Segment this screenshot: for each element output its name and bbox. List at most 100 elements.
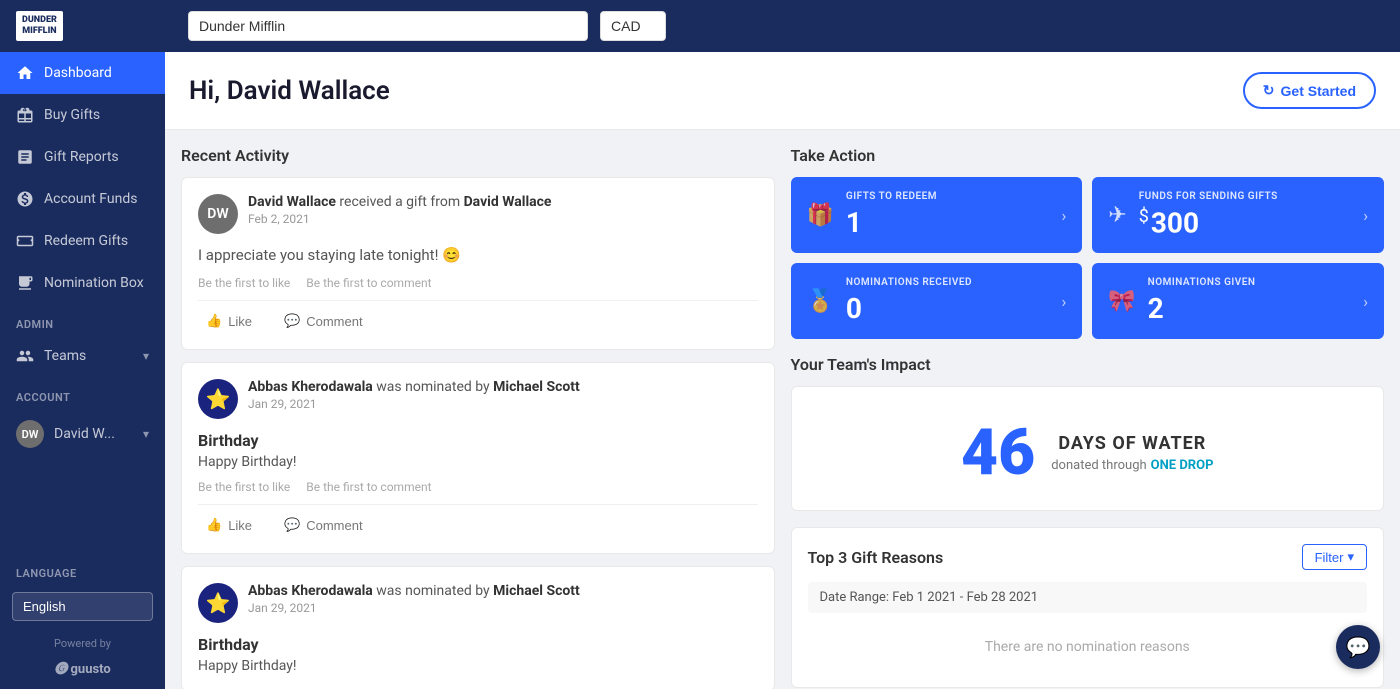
activity-text-3: Abbas Kherodawala was nominated by Micha…	[248, 583, 758, 599]
arrow-right-icon-3: ›	[1061, 292, 1066, 311]
impact-sub: donated through ONE DROP	[1051, 458, 1213, 473]
take-action-grid: 🎁 GIFTS TO REDEEM 1 › ✈	[791, 177, 1385, 339]
gifts-to-redeem-card[interactable]: 🎁 GIFTS TO REDEEM 1 ›	[791, 177, 1083, 253]
currency-select[interactable]: CAD	[600, 11, 666, 41]
activity-header-2: ⭐ Abbas Kherodawala was nominated by Mic…	[198, 379, 758, 419]
thumbs-up-icon-2: 👍	[206, 517, 222, 533]
no-reasons-text: There are no nomination reasons	[808, 623, 1368, 671]
avatar-star-3: ⭐	[198, 583, 238, 623]
comment-button-1[interactable]: 💬 Comment	[276, 309, 371, 333]
avatar-1: DW	[198, 194, 238, 234]
page-header: Hi, David Wallace ↻ Get Started	[165, 52, 1400, 130]
two-column-layout: Recent Activity DW David Wallace receive…	[165, 130, 1400, 689]
send-gift-icon: ✈	[1108, 203, 1126, 228]
powered-by-text: Powered by	[0, 629, 165, 658]
activity-meta-1: David Wallace received a gift from David…	[248, 194, 758, 226]
sidebar-item-buy-gifts[interactable]: Buy Gifts	[0, 94, 165, 136]
sidebar-item-account-funds[interactable]: Account Funds	[0, 178, 165, 220]
donated-through-text: donated through	[1051, 458, 1146, 473]
actor-name-3: Abbas Kherodawala	[248, 583, 373, 599]
funds-sending-label: FUNDS FOR SENDING GIFTS	[1139, 191, 1278, 202]
activity-message-1: I appreciate you staying late tonight! 😊	[198, 246, 758, 264]
gift-reasons-title: Top 3 Gift Reasons	[808, 548, 944, 567]
funds-sending-left: ✈ FUNDS FOR SENDING GIFTS $300	[1108, 191, 1277, 239]
filter-button[interactable]: Filter ▾	[1302, 544, 1367, 570]
activity-divider-1	[198, 300, 758, 301]
from-name-3: Michael Scott	[493, 583, 580, 599]
thumbs-up-icon: 👍	[206, 313, 222, 329]
comment-label-2: Comment	[306, 518, 362, 533]
account-section-label: ACCOUNT	[0, 377, 165, 408]
impact-number: 46	[961, 415, 1035, 490]
activity-card-3: ⭐ Abbas Kherodawala was nominated by Mic…	[181, 566, 775, 689]
get-started-icon: ↻	[1263, 82, 1275, 99]
gift-icon	[16, 106, 34, 124]
sidebar-label-dashboard: Dashboard	[44, 65, 112, 81]
nom-given-value: 2	[1148, 292, 1256, 325]
actor-name-2: Abbas Kherodawala	[248, 379, 373, 395]
sidebar-item-account-user[interactable]: DW David W... ▾	[0, 408, 165, 460]
gifts-redeem-value: 1	[846, 206, 937, 239]
from-name-1: David Wallace	[464, 194, 552, 210]
actor-name-1: David Wallace	[248, 194, 336, 210]
action-text-2: was nominated by	[376, 379, 493, 395]
funds-icon	[16, 190, 34, 208]
activity-card-1: DW David Wallace received a gift from Da…	[181, 177, 775, 350]
account-avatar: DW	[16, 420, 44, 448]
activity-meta-3: Abbas Kherodawala was nominated by Micha…	[248, 583, 758, 615]
team-impact-card: 46 DAYS OF WATER donated through ONE DRO…	[791, 386, 1385, 511]
nom-given-content: NOMINATIONS GIVEN 2	[1148, 277, 1256, 325]
like-button-2[interactable]: 👍 Like	[198, 513, 260, 537]
company-select-wrapper[interactable]: Dunder Mifflin	[188, 11, 588, 41]
recent-activity-section: Recent Activity DW David Wallace receive…	[181, 146, 775, 689]
nominations-received-card[interactable]: 🏅 NOMINATIONS RECEIVED 0 ›	[791, 263, 1083, 339]
date-range-text: Date Range: Feb 1 2021 - Feb 28 2021	[808, 582, 1368, 613]
sidebar-item-dashboard[interactable]: Dashboard	[0, 52, 165, 94]
arrow-right-icon-4: ›	[1363, 292, 1368, 311]
birthday-label-3: Birthday	[198, 635, 758, 654]
impact-text-col: DAYS OF WATER donated through ONE DROP	[1051, 433, 1213, 473]
sidebar-label-buy-gifts: Buy Gifts	[44, 107, 100, 123]
logo-area: DUNDER MIFFLIN	[16, 11, 176, 41]
social-comment-2: Be the first to comment	[306, 480, 431, 494]
language-select[interactable]: English	[12, 592, 153, 621]
account-left: DW David W...	[16, 420, 115, 448]
sidebar: Dashboard Buy Gifts Gift Reports Account…	[0, 52, 165, 689]
sidebar-item-teams[interactable]: Teams ▾	[0, 335, 165, 377]
like-button-1[interactable]: 👍 Like	[198, 309, 260, 333]
admin-section-label: ADMIN	[0, 304, 165, 335]
main-layout: Dashboard Buy Gifts Gift Reports Account…	[0, 52, 1400, 689]
nom-received-value: 0	[846, 292, 972, 325]
gift-reasons-header: Top 3 Gift Reasons Filter ▾	[808, 544, 1368, 570]
chat-bubble[interactable]: 💬	[1336, 625, 1380, 669]
sidebar-item-gift-reports[interactable]: Gift Reports	[0, 136, 165, 178]
sidebar-item-redeem-gifts[interactable]: Redeem Gifts	[0, 220, 165, 262]
sidebar-item-nomination-box[interactable]: Nomination Box	[0, 262, 165, 304]
activity-date-2: Jan 29, 2021	[248, 397, 758, 411]
comment-button-2[interactable]: 💬 Comment	[276, 513, 371, 537]
teams-icon	[16, 347, 34, 365]
guusto-logo: 🅖 guusto	[0, 658, 165, 677]
gifts-redeem-label: GIFTS TO REDEEM	[846, 191, 937, 202]
get-started-button[interactable]: ↻ Get Started	[1243, 72, 1376, 109]
nominations-given-card[interactable]: 🎀 NOMINATIONS GIVEN 2 ›	[1092, 263, 1384, 339]
like-label-2: Like	[228, 518, 252, 533]
company-select[interactable]: Dunder Mifflin	[188, 11, 588, 41]
activity-meta-2: Abbas Kherodawala was nominated by Micha…	[248, 379, 758, 411]
activity-header-1: DW David Wallace received a gift from Da…	[198, 194, 758, 234]
one-drop-logo: ONE DROP	[1151, 458, 1214, 473]
activity-date-3: Jan 29, 2021	[248, 601, 758, 615]
birthday-message-3: Happy Birthday!	[198, 658, 758, 674]
funds-amount: 300	[1151, 206, 1199, 239]
funds-sending-card[interactable]: ✈ FUNDS FOR SENDING GIFTS $300 ›	[1092, 177, 1384, 253]
birthday-label-2: Birthday	[198, 431, 758, 450]
get-started-label: Get Started	[1281, 83, 1356, 99]
currency-wrapper[interactable]: CAD	[600, 11, 666, 41]
account-user-label: David W...	[54, 426, 115, 442]
arrow-right-icon-1: ›	[1061, 206, 1066, 225]
language-section: English	[0, 584, 165, 629]
impact-row: 46 DAYS OF WATER donated through ONE DRO…	[812, 415, 1364, 490]
arrow-right-icon-2: ›	[1363, 206, 1368, 225]
sidebar-bottom: LANGUAGE English Powered by 🅖 guusto	[0, 553, 165, 689]
comment-icon: 💬	[284, 313, 300, 329]
